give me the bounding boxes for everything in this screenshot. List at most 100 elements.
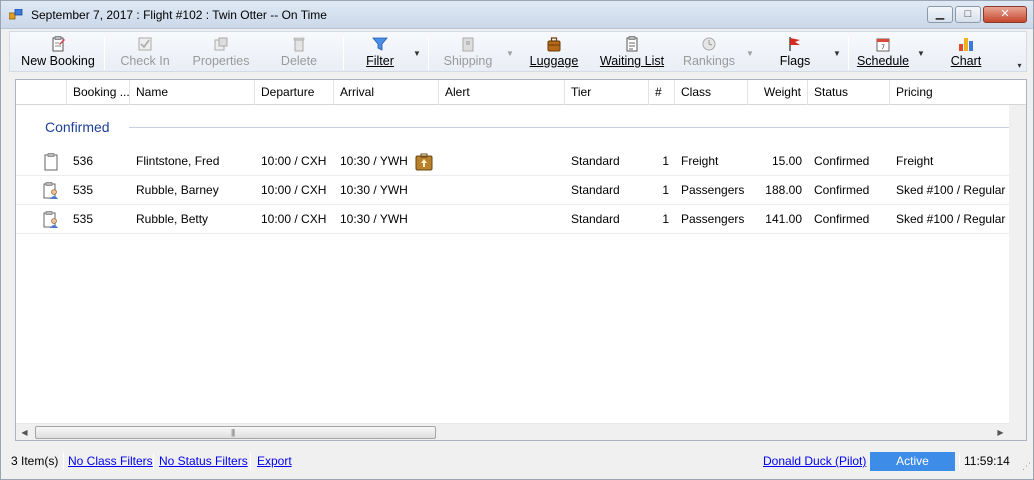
luggage-icon — [547, 37, 561, 52]
group-divider — [129, 127, 1021, 128]
cell-name: Rubble, Betty — [136, 212, 209, 226]
filter-dropdown-icon[interactable]: ▼ — [413, 49, 421, 58]
check-in-button[interactable]: Check In — [110, 34, 180, 70]
filter-button[interactable]: Filter — [356, 34, 404, 70]
rankings-icon — [702, 37, 716, 51]
check-in-icon — [138, 37, 152, 51]
status-filters-link[interactable]: No Status Filters — [159, 454, 248, 468]
column-header-name[interactable]: Name — [130, 80, 255, 105]
cell-count: 1 — [662, 183, 669, 197]
scrollbar-thumb[interactable]: ||| — [35, 426, 436, 439]
column-header-weight[interactable]: Weight — [748, 80, 808, 105]
scroll-right-icon[interactable]: ▶ — [992, 424, 1009, 441]
schedule-button[interactable]: 7 Schedule — [854, 34, 912, 70]
shipping-dropdown-icon[interactable]: ▼ — [506, 49, 514, 58]
chart-button[interactable]: Chart — [942, 34, 990, 70]
minimize-button[interactable]: ▁ — [927, 6, 953, 23]
cell-weight: 188.00 — [765, 183, 802, 197]
toolbar-overflow-icon[interactable]: ▾ — [1015, 61, 1024, 70]
cell-arrival: 10:30 / YWH — [340, 183, 408, 197]
toolbar-separator — [428, 36, 429, 70]
column-header-alert[interactable]: Alert — [439, 80, 565, 105]
column-header-tier[interactable]: Tier — [565, 80, 649, 105]
chart-label-text: Chart — [950, 54, 982, 68]
resize-grip-icon[interactable]: ⋰ — [1022, 461, 1031, 472]
delete-label: Delete — [280, 54, 318, 68]
cell-tier: Standard — [571, 154, 620, 168]
user-link[interactable]: Donald Duck (Pilot) — [763, 454, 866, 468]
maximize-button[interactable]: □ — [955, 6, 981, 23]
horizontal-scrollbar[interactable]: ◀ ||| ▶ — [16, 423, 1026, 440]
waiting-list-button[interactable]: Waiting List — [596, 34, 668, 70]
new-booking-label: New Booking — [21, 54, 95, 68]
cell-departure: 10:00 / CXH — [261, 183, 327, 197]
filter-label: Filter — [356, 54, 404, 68]
cell-booking: 535 — [73, 183, 94, 197]
group-label: Confirmed — [45, 119, 110, 135]
shipping-icon — [462, 37, 474, 52]
cell-count: 1 — [662, 212, 669, 226]
toolbar: New Booking Check In Properties Delete F… — [9, 31, 1027, 72]
close-button[interactable]: ✕ — [983, 6, 1027, 23]
cell-status: Confirmed — [814, 183, 870, 197]
column-header-arrival[interactable]: Arrival — [334, 80, 439, 105]
maximize-icon: □ — [964, 8, 972, 20]
close-icon: ✕ — [1000, 8, 1010, 20]
column-header-booking[interactable]: Booking ... — [67, 80, 130, 105]
minimize-icon: ▁ — [935, 8, 945, 20]
luggage-button[interactable]: Luggage — [524, 34, 584, 70]
cell-class: Passengers — [681, 183, 745, 197]
cell-count: 1 — [662, 154, 669, 168]
schedule-dropdown-icon[interactable]: ▼ — [917, 49, 925, 58]
export-link[interactable]: Export — [257, 454, 292, 468]
flag-icon — [789, 37, 800, 51]
toolbar-separator — [104, 36, 105, 70]
window-title: September 7, 2017 : Flight #102 : Twin O… — [31, 8, 327, 22]
new-booking-button[interactable]: New Booking — [16, 34, 100, 70]
toolbar-separator — [848, 36, 849, 70]
status-badge: Active — [870, 452, 955, 471]
scroll-corner — [1009, 423, 1026, 440]
item-count: 3 Item(s) — [11, 454, 59, 468]
cell-pricing: Freight — [896, 154, 934, 168]
vertical-scrollbar[interactable] — [1009, 105, 1026, 424]
group-header-confirmed[interactable]: Confirmed — [16, 114, 1026, 140]
shipping-button[interactable]: Shipping — [436, 34, 500, 70]
cell-departure: 10:00 / CXH — [261, 154, 327, 168]
column-header-count[interactable]: # — [649, 80, 675, 105]
window-controls: ▁ □ ✕ — [925, 6, 1027, 23]
column-header-icon[interactable] — [16, 80, 67, 105]
delete-button[interactable]: Delete — [266, 34, 332, 70]
rankings-button[interactable]: Rankings — [678, 34, 740, 70]
cell-booking: 536 — [73, 154, 94, 168]
delete-icon — [293, 37, 305, 52]
luggage-alert-icon[interactable] — [415, 153, 433, 171]
table-row[interactable]: 535 Rubble, Barney 10:00 / CXH 10:30 / Y… — [16, 176, 1026, 205]
column-header-departure[interactable]: Departure — [255, 80, 334, 105]
app-window: September 7, 2017 : Flight #102 : Twin O… — [0, 0, 1034, 480]
flags-label: Flags — [779, 54, 811, 68]
properties-button[interactable]: Properties — [186, 34, 256, 70]
passenger-icon — [43, 211, 58, 228]
calendar-icon: 7 — [876, 38, 890, 52]
bar-chart-icon — [959, 38, 973, 51]
waiting-list-icon — [626, 36, 638, 52]
flags-button[interactable]: Flags — [772, 34, 818, 70]
grid-header: Booking ... Name Departure Arrival Alert… — [16, 80, 1026, 105]
scroll-left-icon[interactable]: ◀ — [16, 424, 33, 441]
column-header-class[interactable]: Class — [675, 80, 748, 105]
column-header-pricing[interactable]: Pricing — [890, 80, 1026, 105]
table-row[interactable]: 536 Flintstone, Fred 10:00 / CXH 10:30 /… — [16, 147, 1026, 176]
new-booking-icon — [52, 36, 65, 52]
toolbar-separator — [343, 36, 344, 70]
column-header-status[interactable]: Status — [808, 80, 890, 105]
cell-weight: 141.00 — [765, 212, 802, 226]
cell-weight: 15.00 — [771, 154, 802, 168]
flags-dropdown-icon[interactable]: ▼ — [833, 49, 841, 58]
cell-pricing: Sked #100 / Regular — [896, 212, 1006, 226]
table-row[interactable]: 535 Rubble, Betty 10:00 / CXH 10:30 / YW… — [16, 205, 1026, 234]
rankings-dropdown-icon[interactable]: ▼ — [746, 49, 754, 58]
class-filters-link[interactable]: No Class Filters — [68, 454, 153, 468]
luggage-label-text: Luggage — [529, 54, 579, 68]
shipping-label: Shipping — [443, 54, 493, 68]
